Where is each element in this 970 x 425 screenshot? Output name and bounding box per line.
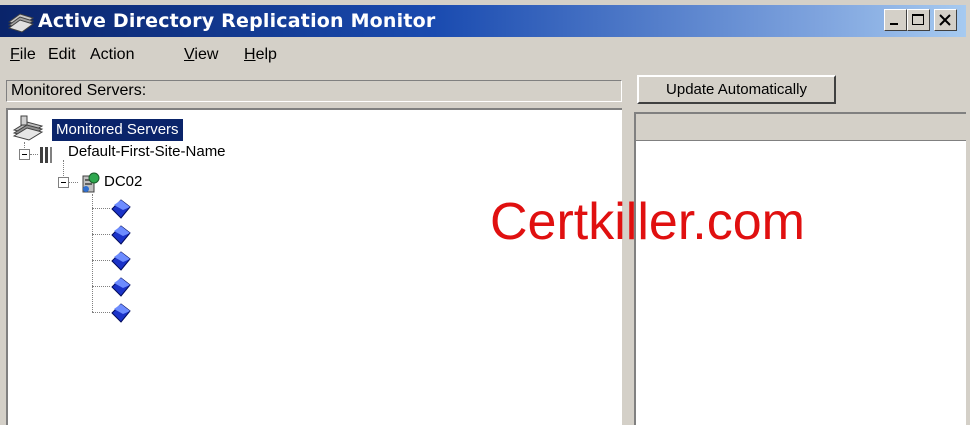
monitored-servers-header-label: Monitored Servers: (11, 82, 147, 99)
close-button[interactable] (934, 9, 957, 31)
details-column-header[interactable] (636, 114, 966, 141)
menu-file-label: ile (19, 46, 36, 63)
partition-book-icon[interactable] (110, 302, 132, 324)
update-automatically-button[interactable]: Update Automatically (637, 75, 836, 104)
menu-help-accel: H (244, 46, 256, 63)
menu-action-label: Action (90, 46, 135, 63)
servers-icon (12, 115, 44, 141)
adrepl-monitor-icon (7, 13, 35, 33)
tree-connector (92, 234, 110, 235)
menu-view-accel: V (184, 46, 195, 63)
partition-book-icon[interactable] (110, 250, 132, 272)
server-icon (82, 172, 100, 193)
tree-connector (92, 194, 93, 312)
menu-help-label: elp (255, 46, 277, 63)
watermark-text: Certkiller.com (490, 193, 805, 251)
close-icon (939, 14, 951, 26)
collapse-site-toggle[interactable] (19, 149, 30, 160)
partition-book-icon[interactable] (110, 276, 132, 298)
menu-help[interactable]: Help (244, 46, 277, 64)
details-panel[interactable] (634, 112, 966, 425)
collapse-server-toggle[interactable] (58, 177, 69, 188)
tree-connector (92, 260, 110, 261)
tree-item-site[interactable]: Default-First-Site-Name (68, 143, 226, 160)
minimize-button[interactable] (884, 9, 907, 31)
site-icon (40, 147, 52, 163)
tree-connector (92, 286, 110, 287)
tree-connector (92, 312, 110, 313)
menu-view-label: iew (194, 46, 219, 63)
partition-book-icon[interactable] (110, 198, 132, 220)
menu-action[interactable]: Action (90, 46, 134, 64)
menu-edit[interactable]: Edit (48, 46, 76, 64)
minimize-icon (890, 23, 898, 25)
tree-connector (30, 154, 38, 155)
monitored-servers-header: Monitored Servers: (6, 80, 622, 102)
tree-connector (92, 208, 110, 209)
menu-edit-label: Edit (48, 46, 76, 63)
window-title: Active Directory Replication Monitor (38, 10, 436, 32)
menu-bar: File Edit Action View Help (0, 40, 970, 70)
menu-file[interactable]: File (10, 46, 36, 64)
server-tree[interactable]: Monitored Servers Default-First-Site-Nam… (6, 108, 622, 425)
tree-item-dc02[interactable]: DC02 (104, 173, 142, 190)
menu-file-accel: F (10, 46, 20, 63)
maximize-button[interactable] (907, 9, 930, 31)
title-bar[interactable]: Active Directory Replication Monitor (0, 5, 966, 37)
maximize-icon (912, 14, 924, 25)
tree-connector (69, 182, 78, 183)
tree-connector (63, 160, 64, 178)
partition-book-icon[interactable] (110, 224, 132, 246)
tree-item-monitored-servers[interactable]: Monitored Servers (52, 119, 183, 141)
menu-view[interactable]: View (184, 46, 218, 64)
app-window: Active Directory Replication Monitor Fil… (0, 0, 970, 425)
